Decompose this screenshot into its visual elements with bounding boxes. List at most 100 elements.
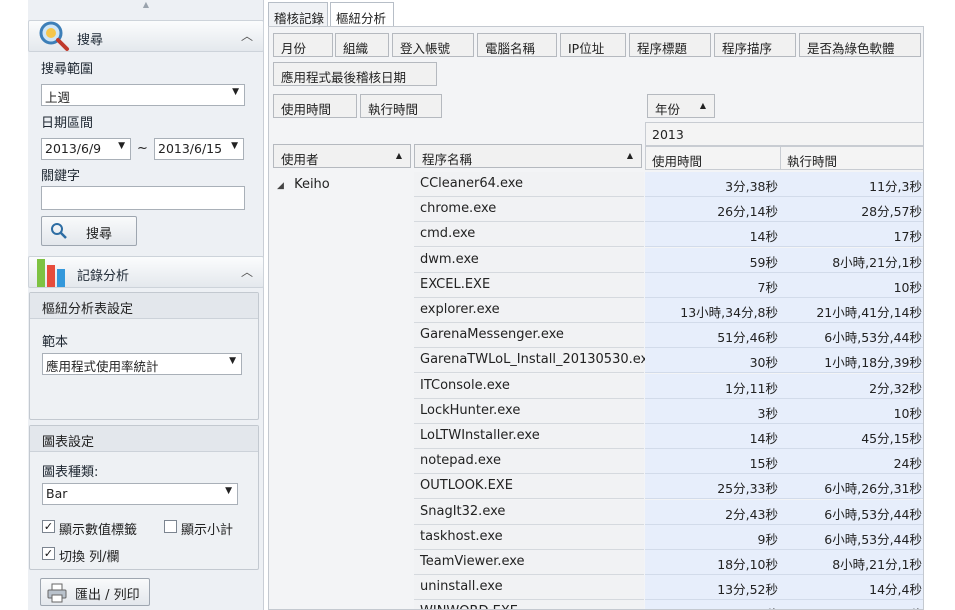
run-time-cell: 8小時,21分,1秒 [780,247,923,273]
dropdown-arrow-icon: ▼ [229,356,236,366]
process-name-cell: ITConsole.exe [414,373,644,399]
collapse-triangle-icon[interactable]: ◢ [277,181,284,191]
chart-settings-title: 圖表設定 [30,426,258,452]
search-section-header[interactable]: 搜尋 ︿ [28,20,264,52]
run-time-cell: 11分,3秒 [780,172,923,197]
show-value-labels-label: 顯示數值標籤 [59,523,138,538]
run-time-cell: 14分,4秒 [780,575,923,601]
search-button[interactable]: 搜尋 [41,216,137,246]
data-field-usage-time[interactable]: 使用時間 [273,94,357,118]
process-name-cell: dwm.exe [414,247,644,273]
process-name-cell: OUTLOOK.EXE [414,474,644,500]
chevron-up-icon[interactable]: ︿ [241,27,253,44]
dropdown-arrow-icon: ▼ [118,141,125,151]
year-header: 2013 [645,122,923,146]
usage-time-cell: 51分,46秒 [645,323,781,349]
data-rows: CCleaner64.exe 3分,38秒 11分,3秒 chrome.exe 26分,… [414,172,923,609]
show-subtotal-label: 顯示小計 [181,523,234,538]
analysis-section-title: 記錄分析 [77,269,130,284]
chart-type-select[interactable]: Bar ▼ [42,483,238,505]
field-login-account[interactable]: 登入帳號 [392,33,474,57]
field-month[interactable]: 月份 [273,33,333,57]
run-time-cell: 24秒 [780,449,923,475]
tab-audit-log[interactable]: 稽核記錄 [268,2,328,26]
field-last-audit-date[interactable]: 應用程式最後稽核日期 [273,62,437,86]
search-range-label: 搜尋範圍 [41,62,94,77]
process-name-cell: notepad.exe [414,449,644,475]
row-field-user[interactable]: 使用者 ▲ [273,144,411,168]
field-computer-name[interactable]: 電腦名稱 [477,33,557,57]
usage-time-cell: 13分,52秒 [645,575,781,601]
date-separator: ~ [137,141,148,156]
left-panel: ▲ 搜尋 ︿ 搜尋範圍 上週 ▼ 日期區間 2013/6/9 ▼ ~ 2013/… [28,0,264,610]
usage-time-cell: 2分,43秒 [645,499,781,525]
data-field-run-time[interactable]: 執行時間 [360,94,442,118]
field-process-description[interactable]: 程序描序 [714,33,796,57]
field-process-title[interactable]: 程序標題 [629,33,711,57]
col-header-usage-time[interactable]: 使用時間 [645,146,781,170]
field-organization[interactable]: 組織 [335,33,389,57]
run-time-cell: 9秒 [780,600,923,609]
process-name-cell: LoLTWInstaller.exe [414,424,644,449]
show-subtotal-checkbox[interactable] [164,520,177,533]
process-name-cell: WINWORD.EXE [414,600,644,609]
date-to-picker[interactable]: 2013/6/15 ▼ [154,138,244,160]
row-field-process-name[interactable]: 程序名稱 ▲ [414,144,642,168]
column-field-year[interactable]: 年份 ▲ [647,94,715,118]
collapse-grip[interactable]: ▲ [28,0,264,14]
process-name-cell: CCleaner64.exe [414,172,644,197]
switch-row-col-checkbox[interactable]: ✓ [42,547,55,560]
run-time-cell: 8小時,21分,1秒 [780,550,923,575]
search-range-value: 上週 [45,90,71,105]
show-value-labels-checkbox[interactable]: ✓ [42,520,55,533]
tab-pivot-analysis[interactable]: 樞紐分析 [330,2,394,27]
sort-asc-icon: ▲ [699,101,706,110]
process-name-cell: LockHunter.exe [414,398,644,424]
usage-time-cell: 25分,33秒 [645,474,781,500]
export-print-button[interactable]: 匯出 / 列印 [40,578,150,606]
row-field-user-label: 使用者 [281,152,319,167]
field-ip-address[interactable]: IP位址 [560,33,626,57]
run-time-cell: 45分,15秒 [780,424,923,449]
date-from-value: 2013/6/9 [45,141,102,156]
run-time-cell: 28分,57秒 [780,197,923,223]
process-name-cell: uninstall.exe [414,575,644,601]
user-group-row[interactable]: ◢ Keiho [277,177,330,192]
usage-time-cell: 13小時,34分,8秒 [645,298,781,323]
export-print-label: 匯出 / 列印 [75,588,140,603]
process-name-cell: taskhost.exe [414,524,644,550]
usage-time-cell: 14秒 [645,222,781,248]
template-select[interactable]: 應用程式使用率統計 ▼ [42,353,242,375]
date-from-picker[interactable]: 2013/6/9 ▼ [41,138,131,160]
run-time-cell: 17秒 [780,222,923,248]
pivot-settings-title: 樞紐分析表設定 [30,293,258,319]
chevron-up-icon[interactable]: ︿ [241,263,253,280]
chart-type-label: 圖表種類: [42,465,99,480]
user-name: Keiho [294,177,330,192]
column-field-year-label: 年份 [655,102,681,117]
keyword-input[interactable] [41,186,245,210]
search-range-select[interactable]: 上週 ▼ [41,84,245,106]
magnifier-icon [39,21,69,51]
process-name-cell: GarenaTWLoL_Install_20130530.exe [414,348,656,374]
run-time-cell: 10秒 [780,272,923,298]
run-time-cell: 6小時,53分,44秒 [780,524,923,550]
process-name-cell: GarenaMessenger.exe [414,323,644,349]
dropdown-arrow-icon: ▼ [225,486,232,496]
search-button-label: 搜尋 [86,227,113,242]
template-value: 應用程式使用率統計 [46,359,159,374]
usage-time-cell: 18分,10秒 [645,550,781,575]
field-is-green-software[interactable]: 是否為綠色軟體 [799,33,921,57]
run-time-cell: 2分,32秒 [780,373,923,399]
run-time-cell: 21小時,41分,14秒 [780,298,923,323]
process-name-cell: EXCEL.EXE [414,272,644,298]
process-name-cell: SnagIt32.exe [414,499,644,525]
run-time-cell: 6小時,53分,44秒 [780,323,923,349]
analysis-section-header[interactable]: 記錄分析 ︿ [28,256,264,288]
date-range-label: 日期區間 [41,116,94,131]
process-name-cell: cmd.exe [414,222,644,248]
process-name-cell: chrome.exe [414,197,644,223]
sort-asc-icon: ▲ [626,151,633,160]
usage-time-cell: 14秒 [645,424,781,449]
col-header-run-time[interactable]: 執行時間 [780,146,923,170]
